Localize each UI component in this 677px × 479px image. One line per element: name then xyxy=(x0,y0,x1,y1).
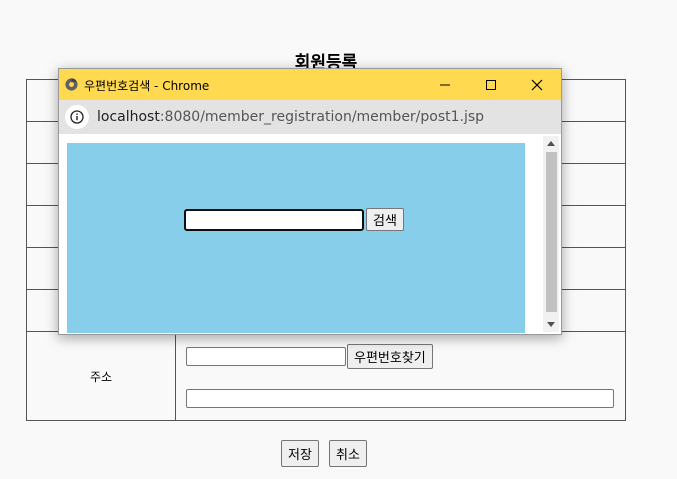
zipcode-popup-window: 우편번호검색 - Chrome localhost:8080/member_re… xyxy=(58,68,562,335)
zipcode-input[interactable] xyxy=(186,347,346,366)
url-display[interactable]: localhost:8080/member_registration/membe… xyxy=(97,109,484,125)
minimize-button[interactable] xyxy=(422,69,468,100)
save-button[interactable]: 저장 xyxy=(281,440,319,467)
find-zipcode-button[interactable]: 우편번호찾기 xyxy=(347,344,433,369)
search-panel: 검색 xyxy=(67,143,525,333)
maximize-icon xyxy=(486,79,496,90)
address-label: 주소 xyxy=(26,331,176,421)
url-host: localhost xyxy=(97,109,160,125)
popup-window-title: 우편번호검색 - Chrome xyxy=(84,79,210,93)
zipcode-search-input[interactable] xyxy=(184,209,364,231)
close-button[interactable] xyxy=(514,69,560,100)
scroll-up-icon[interactable] xyxy=(543,136,559,150)
cancel-button[interactable]: 취소 xyxy=(329,440,367,467)
popup-address-bar: localhost:8080/member_registration/membe… xyxy=(59,100,561,134)
address-detail-input[interactable] xyxy=(186,389,614,408)
url-path: :8080/member_registration/member/post1.j… xyxy=(159,109,485,125)
scroll-down-icon[interactable] xyxy=(543,318,559,332)
popup-content: 검색 xyxy=(59,134,561,334)
info-icon[interactable] xyxy=(65,105,89,129)
minimize-icon xyxy=(440,84,450,85)
scroll-thumb[interactable] xyxy=(546,152,557,312)
close-icon xyxy=(531,79,543,90)
address-row: 주소 우편번호찾기 xyxy=(26,331,626,421)
search-button[interactable]: 검색 xyxy=(366,208,404,231)
maximize-button[interactable] xyxy=(468,69,514,100)
popup-titlebar[interactable]: 우편번호검색 - Chrome xyxy=(59,69,561,100)
vertical-scrollbar[interactable] xyxy=(543,136,559,332)
chrome-icon xyxy=(65,78,78,91)
